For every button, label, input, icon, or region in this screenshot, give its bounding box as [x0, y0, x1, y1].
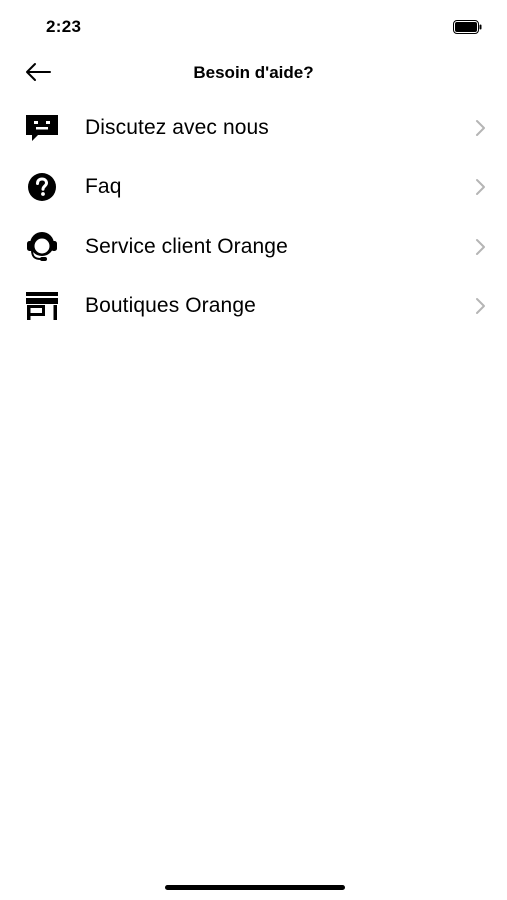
- chevron-right-icon: [475, 119, 487, 137]
- menu-item-label: Faq: [85, 175, 122, 199]
- menu-item-label: Boutiques Orange: [85, 294, 256, 318]
- menu-item-label: Service client Orange: [85, 234, 288, 258]
- battery-full-icon: [453, 20, 483, 34]
- status-bar: 2:23: [0, 0, 507, 52]
- store-icon: [24, 289, 60, 323]
- menu-item-faq[interactable]: Faq: [0, 158, 507, 218]
- chevron-right-icon: [475, 178, 487, 196]
- menu-item-label: Discutez avec nous: [85, 115, 269, 139]
- page-title: Besoin d'aide?: [193, 63, 314, 82]
- chevron-right-icon: [475, 297, 487, 315]
- headset-agent-icon: [24, 230, 60, 264]
- status-time: 2:23: [46, 17, 82, 36]
- menu-item-chat[interactable]: Discutez avec nous: [0, 98, 507, 158]
- home-indicator[interactable]: [165, 885, 345, 890]
- header: Besoin d'aide?: [0, 52, 507, 96]
- menu-item-customer-service[interactable]: Service client Orange: [0, 217, 507, 277]
- chat-bubble-icon: [24, 111, 60, 145]
- menu-item-stores[interactable]: Boutiques Orange: [0, 277, 507, 337]
- chevron-right-icon: [475, 238, 487, 256]
- help-menu-list: Discutez avec nous Faq Service client Or…: [0, 98, 507, 336]
- question-circle-icon: [24, 170, 60, 204]
